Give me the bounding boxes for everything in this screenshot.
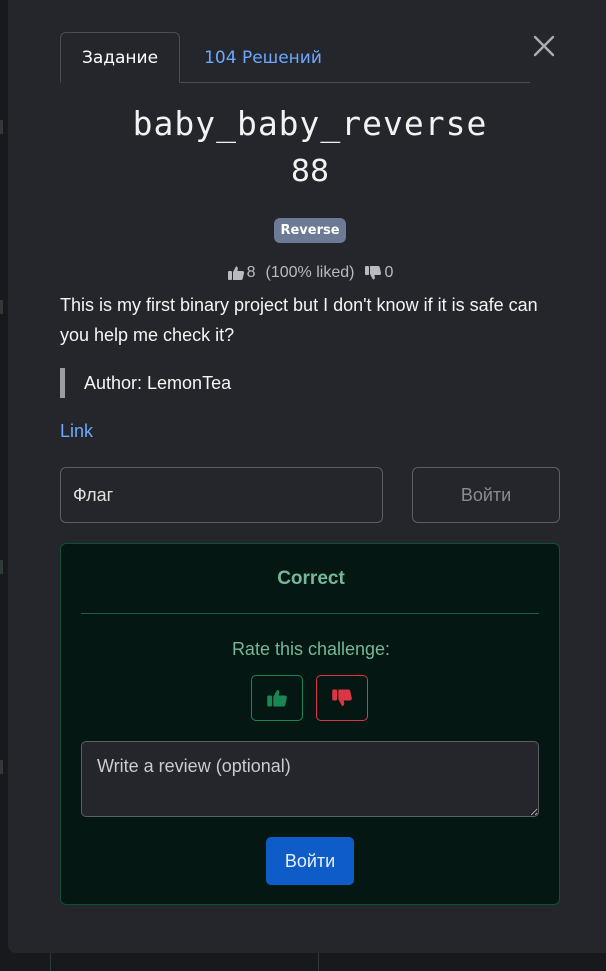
thumbs-up-icon xyxy=(267,690,287,707)
author-quote: Author: LemonTea xyxy=(60,368,560,398)
background-fragment xyxy=(0,760,3,774)
close-icon xyxy=(533,35,555,57)
background-fragment xyxy=(50,953,51,971)
result-divider xyxy=(81,613,539,614)
tab-challenge[interactable]: Задание xyxy=(60,32,180,83)
thumbs-down-icon xyxy=(365,266,382,280)
background-fragment xyxy=(0,560,3,574)
downvote-button[interactable] xyxy=(316,675,368,721)
challenge-description: This is my first binary project but I do… xyxy=(60,295,538,345)
rate-label: Rate this challenge: xyxy=(231,639,391,659)
background-fragment xyxy=(318,953,319,971)
challenge-link[interactable]: Link xyxy=(60,421,93,442)
thumbs-up-icon xyxy=(227,266,244,280)
review-textarea[interactable] xyxy=(81,741,539,817)
background-fragment xyxy=(0,300,3,314)
liked-percent: (100% liked) xyxy=(265,264,355,281)
submit-flag-button[interactable]: Войти xyxy=(412,467,560,523)
result-status: Correct xyxy=(277,568,345,589)
modal-tabs: Задание 104 Решений xyxy=(60,32,530,83)
challenge-points: 88 xyxy=(290,154,330,189)
category-badge: Reverse xyxy=(274,218,346,243)
dislikes-count: 0 xyxy=(384,264,394,281)
close-button[interactable] xyxy=(530,32,558,60)
flag-input[interactable] xyxy=(60,467,383,523)
challenge-title: baby_baby_reverse xyxy=(132,104,488,143)
rating-summary: 8 (100% liked) 0 xyxy=(0,264,606,282)
result-panel: Correct Rate this challenge: Войти xyxy=(60,543,560,905)
thumbs-down-icon xyxy=(332,689,352,706)
likes-count: 8 xyxy=(246,264,256,281)
upvote-button[interactable] xyxy=(251,675,303,721)
submit-review-button[interactable]: Войти xyxy=(266,837,354,885)
tab-solutions[interactable]: 104 Решений xyxy=(188,32,338,83)
